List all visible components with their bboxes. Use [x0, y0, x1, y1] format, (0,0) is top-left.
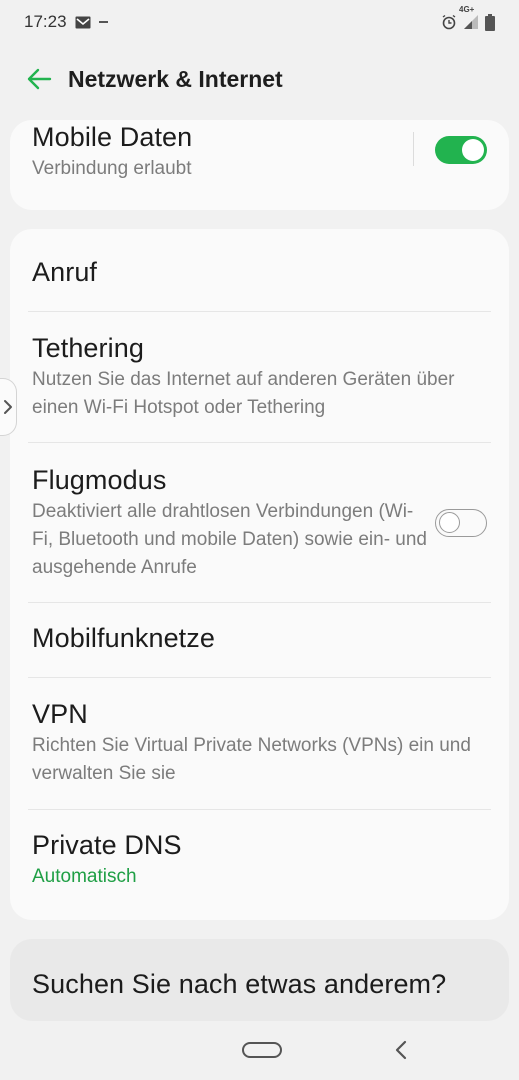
navigation-bar: [0, 1022, 519, 1080]
mobile-data-card[interactable]: Mobile Daten Verbindung erlaubt: [10, 120, 509, 210]
page-title: Netzwerk & Internet: [68, 65, 283, 92]
home-button[interactable]: [242, 1042, 282, 1058]
gmail-icon: [75, 16, 91, 29]
divider: [28, 602, 491, 603]
list-item-title: Tethering: [32, 333, 144, 363]
airplane-mode-toggle[interactable]: [435, 509, 487, 537]
nav-back-button[interactable]: [388, 1036, 414, 1064]
app-bar: Netzwerk & Internet: [0, 52, 519, 106]
battery-icon: [485, 13, 495, 31]
arrow-left-icon: [27, 68, 52, 90]
settings-list-card: Anruf Tethering Nutzen Sie das Internet …: [10, 229, 509, 920]
edge-panel-handle[interactable]: [0, 378, 17, 436]
alarm-icon: [441, 14, 457, 30]
list-item-anruf[interactable]: Anruf: [32, 257, 487, 288]
list-item-tethering[interactable]: Tethering Nutzen Sie das Internet auf an…: [32, 333, 487, 422]
list-item-subtitle: Deaktiviert alle drahtlosen Verbindungen…: [32, 501, 428, 578]
status-time: 17:23: [24, 12, 67, 31]
list-item-subtitle: Richten Sie Virtual Private Networks (VP…: [32, 735, 471, 784]
list-item-title: Flugmodus: [32, 465, 167, 495]
search-suggestion-item[interactable]: Suchen Sie nach etwas anderem?: [32, 969, 487, 1000]
chevron-right-icon: [4, 400, 12, 414]
more-notifications-icon: [98, 19, 109, 25]
mobile-data-subtitle: Verbindung erlaubt: [32, 158, 192, 179]
search-suggestion-card[interactable]: Suchen Sie nach etwas anderem?: [10, 939, 509, 1021]
vertical-divider: [413, 132, 414, 166]
list-item-title: Anruf: [32, 257, 98, 287]
list-item-title: VPN: [32, 699, 88, 729]
divider: [28, 311, 491, 312]
network-type-label: 4G+: [459, 5, 475, 14]
list-item-flugmodus[interactable]: Flugmodus Deaktiviert alle drahtlosen Ve…: [32, 465, 429, 582]
list-item-subtitle: Nutzen Sie das Internet auf anderen Gerä…: [32, 369, 455, 418]
divider: [28, 809, 491, 810]
mobile-data-toggle[interactable]: [435, 136, 487, 164]
mobile-data-item[interactable]: Mobile Daten Verbindung erlaubt: [32, 122, 487, 183]
list-item-title: Private DNS: [32, 830, 182, 860]
list-item-private-dns[interactable]: Private DNS Automatisch: [32, 830, 487, 891]
list-item-vpn[interactable]: VPN Richten Sie Virtual Private Networks…: [32, 699, 487, 788]
toggle-knob: [439, 512, 460, 533]
chevron-left-icon: [395, 1040, 407, 1060]
list-item-mobilfunknetze[interactable]: Mobilfunknetze: [32, 623, 487, 654]
divider: [28, 677, 491, 678]
list-item-subtitle: Automatisch: [32, 866, 137, 887]
list-item-title: Mobilfunknetze: [32, 623, 216, 653]
status-bar: 17:23 4G+: [0, 0, 519, 44]
back-button[interactable]: [22, 62, 56, 96]
mobile-data-title: Mobile Daten: [32, 122, 193, 152]
search-suggestion-title: Suchen Sie nach etwas anderem?: [32, 969, 447, 999]
divider: [28, 442, 491, 443]
toggle-knob: [462, 139, 484, 161]
signal-icon: 4G+: [459, 6, 479, 30]
